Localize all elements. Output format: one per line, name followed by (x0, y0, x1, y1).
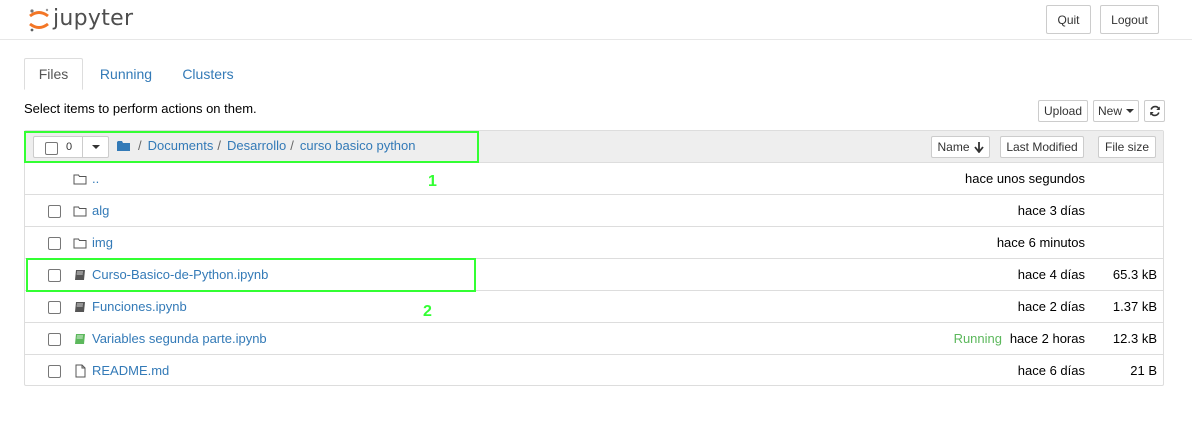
item-checkbox[interactable] (48, 205, 61, 218)
item-modified: hace 2 horas (1009, 331, 1085, 346)
sort-by-name-button[interactable]: Name (931, 136, 990, 158)
list-item-parent[interactable]: .. hace unos segundos (25, 163, 1163, 195)
item-checkbox[interactable] (48, 365, 61, 378)
item-size: 65.3 kB (1112, 267, 1157, 282)
annotation-label-1: 1 (428, 173, 437, 190)
notebook-running-icon (75, 334, 85, 344)
item-size: 1.37 kB (1112, 299, 1157, 314)
refresh-button[interactable] (1144, 100, 1165, 122)
sort-name-label: Name (937, 140, 970, 154)
jupyter-logo-icon (29, 8, 49, 32)
sort-by-modified-button[interactable]: Last Modified (1000, 136, 1084, 158)
file-icon (75, 364, 86, 378)
logout-button[interactable]: Logout (1100, 5, 1159, 34)
list-item[interactable]: img hace 6 minutos (25, 227, 1163, 259)
list-item[interactable]: README.md hace 6 días 21 B (25, 355, 1163, 387)
refresh-icon (1149, 105, 1160, 117)
list-item[interactable]: alg hace 3 días (25, 195, 1163, 227)
item-modified: hace 6 minutos (996, 235, 1085, 250)
item-checkbox[interactable] (48, 237, 61, 250)
quit-button[interactable]: Quit (1046, 5, 1091, 34)
folder-outline-icon (73, 174, 87, 185)
logo-text: jupyter (53, 6, 134, 31)
selection-hint: Select items to perform actions on them. (24, 101, 257, 116)
sort-by-size-button[interactable]: File size (1098, 136, 1156, 158)
jupyter-logo[interactable]: jupyter (28, 6, 133, 34)
item-name[interactable]: Variables segunda parte.ipynb (92, 331, 267, 346)
item-name[interactable]: alg (92, 203, 109, 218)
item-modified: hace 2 días (1017, 299, 1085, 314)
new-dropdown-button[interactable]: New (1093, 100, 1139, 122)
tab-bar: Files Running Clusters (24, 58, 1164, 90)
item-checkbox[interactable] (48, 301, 61, 314)
item-name[interactable]: img (92, 235, 113, 250)
item-name[interactable]: .. (92, 171, 99, 186)
tab-clusters[interactable]: Clusters (172, 58, 244, 90)
notebook-icon (75, 302, 85, 312)
item-name[interactable]: README.md (92, 363, 169, 378)
folder-outline-icon (73, 238, 87, 249)
annotation-label-2: 2 (423, 303, 432, 320)
item-modified: hace 4 días (1017, 267, 1085, 282)
tab-running[interactable]: Running (88, 58, 164, 90)
running-status-label: Running (953, 331, 1002, 346)
item-modified: hace unos segundos (965, 171, 1085, 186)
tab-files[interactable]: Files (24, 58, 83, 90)
folder-outline-icon (73, 206, 87, 217)
item-checkbox[interactable] (48, 333, 61, 346)
new-button-label: New (1097, 104, 1122, 118)
item-name[interactable]: Funciones.ipynb (92, 299, 187, 314)
upload-button[interactable]: Upload (1038, 100, 1088, 122)
list-item[interactable]: Funciones.ipynb hace 2 días 1.37 kB (25, 291, 1163, 323)
item-modified: hace 6 días (1017, 363, 1085, 378)
item-size: 21 B (1130, 363, 1157, 378)
arrow-down-icon (973, 141, 984, 153)
annotation-box-2 (26, 258, 476, 292)
item-modified: hace 3 días (1017, 203, 1085, 218)
item-size: 12.3 kB (1112, 331, 1157, 346)
header-bar: jupyter Quit Logout (0, 0, 1192, 40)
list-item[interactable]: Variables segunda parte.ipynb Running ha… (25, 323, 1163, 355)
caret-down-icon (1126, 109, 1134, 113)
annotation-box-1 (24, 131, 479, 163)
